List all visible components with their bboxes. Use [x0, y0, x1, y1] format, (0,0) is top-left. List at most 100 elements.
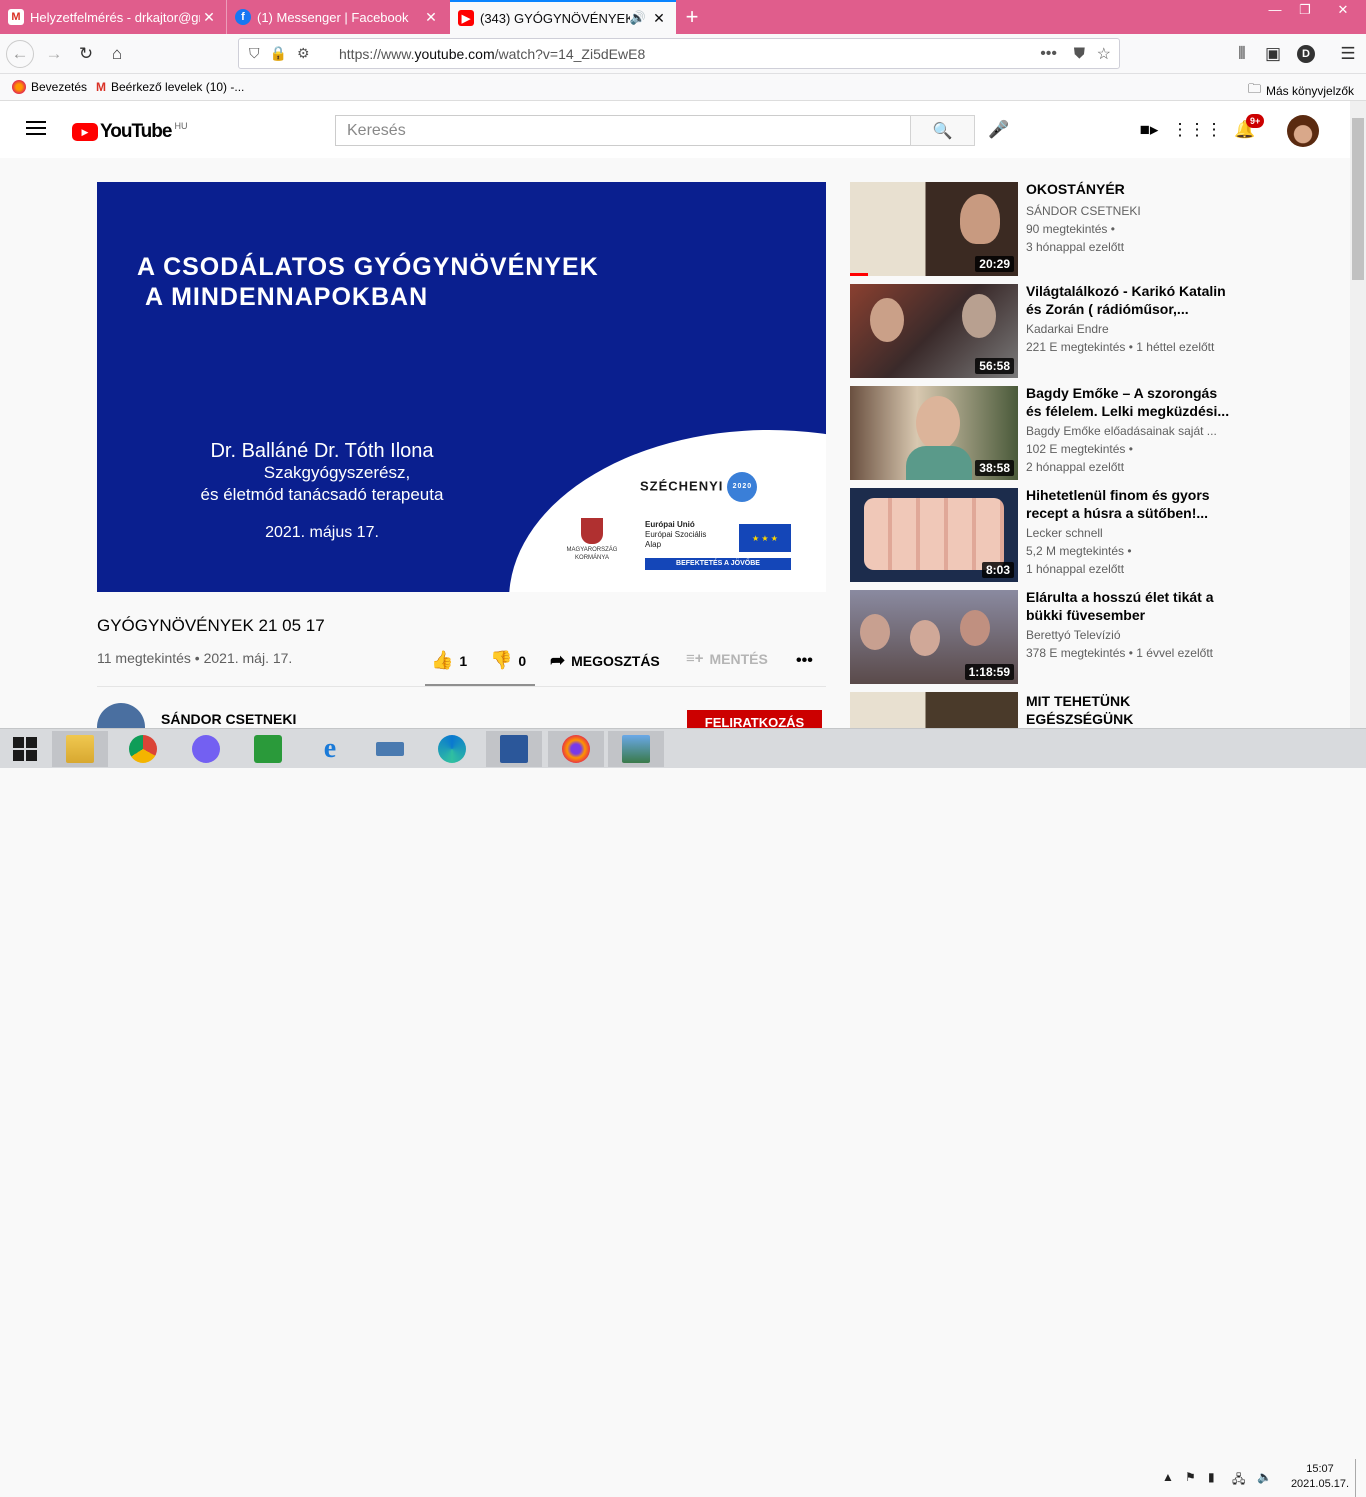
speaker-icon[interactable]: 🔊: [630, 10, 646, 26]
bookmark-bevezetes[interactable]: Bevezetés: [12, 80, 87, 94]
recommended-video[interactable]: 8:03 Hihetetlenül finom és gyors recept …: [850, 486, 1340, 582]
close-icon[interactable]: ✕: [200, 9, 218, 26]
library-icon[interactable]: ⫴: [1228, 40, 1256, 68]
video-thumbnail[interactable]: 38:58: [850, 386, 1018, 480]
more-actions-icon[interactable]: •••: [796, 652, 813, 670]
dislike-button[interactable]: 👎 0: [490, 650, 526, 671]
battery-icon[interactable]: ▮: [1208, 1470, 1215, 1484]
window-close-icon[interactable]: ✕: [1320, 0, 1366, 20]
recommended-video[interactable]: 56:58 Világtalálkozó - Karikó Katalin és…: [850, 282, 1340, 378]
chrome-icon[interactable]: [115, 731, 171, 767]
lock-icon[interactable]: 🔒: [270, 45, 287, 62]
ie-letter: e: [323, 733, 337, 764]
create-video-icon[interactable]: ■▸: [1137, 118, 1161, 142]
flag-icon[interactable]: ⚑: [1185, 1470, 1196, 1484]
url-text[interactable]: https://www.youtube.com/watch?v=14_Zi5dE…: [339, 46, 645, 62]
store-icon[interactable]: [240, 731, 296, 767]
show-desktop-button[interactable]: [1355, 1459, 1366, 1497]
folder-shape: [66, 735, 94, 763]
tab-title: Helyzetfelmérés - drkajtor@gm: [30, 9, 200, 25]
close-icon[interactable]: ✕: [650, 10, 668, 27]
clock-time: 15:07: [1306, 1463, 1334, 1475]
video-title[interactable]: Világtalálkozó - Karikó Katalin és Zorán…: [1026, 282, 1231, 318]
shield-icon[interactable]: ⛉: [249, 45, 260, 62]
sidebar-icon[interactable]: ▣: [1259, 40, 1287, 68]
file-explorer-icon[interactable]: [52, 731, 108, 767]
microphone-icon[interactable]: 🎤: [987, 118, 1011, 142]
reload-button[interactable]: ↻: [72, 40, 100, 68]
recommended-video[interactable]: 38:58 Bagdy Emőke – A szorongás és félel…: [850, 384, 1340, 480]
home-button[interactable]: ⌂: [103, 40, 131, 68]
permissions-icon[interactable]: ⚙: [297, 45, 310, 62]
restore-icon[interactable]: ❐: [1290, 0, 1320, 20]
pocket-icon[interactable]: ⛊: [1074, 45, 1085, 62]
video-duration: 56:58: [975, 358, 1014, 374]
recommended-video[interactable]: MIT TEHETÜNK EGÉSZSÉGÜNK MEGŐRZÉSE...: [850, 692, 1340, 728]
like-button[interactable]: 👍 1: [431, 650, 467, 671]
address-bar[interactable]: ⛉ 🔒 ⚙ https://www.youtube.com/watch?v=14…: [238, 38, 1120, 69]
video-title[interactable]: MIT TEHETÜNK EGÉSZSÉGÜNK MEGŐRZÉSE...: [1026, 692, 1231, 728]
video-title[interactable]: Bagdy Emőke – A szorongás és félelem. Le…: [1026, 384, 1231, 420]
channel-name[interactable]: SÁNDOR CSETNEKI: [1026, 204, 1236, 218]
site-info-icons[interactable]: ⛉ 🔒 ⚙: [239, 45, 339, 62]
page-actions-icon[interactable]: •••: [1040, 45, 1057, 63]
word-icon[interactable]: [486, 731, 542, 767]
video-player[interactable]: A CSODÁLATOS GYÓGYNÖVÉNYEK A MINDENNAPOK…: [97, 182, 826, 592]
scrollbar-thumb[interactable]: [1352, 118, 1364, 280]
volume-icon[interactable]: 🔈: [1257, 1470, 1272, 1484]
video-thumbnail[interactable]: 20:29: [850, 182, 1018, 276]
video-title[interactable]: OKOSTÁNYÉR: [1026, 180, 1231, 198]
video-thumbnail[interactable]: [850, 692, 1018, 728]
channel-name[interactable]: Lecker schnell: [1026, 526, 1236, 540]
photos-icon[interactable]: [608, 731, 664, 767]
video-thumbnail[interactable]: 56:58: [850, 284, 1018, 378]
search-button[interactable]: 🔍: [910, 115, 975, 146]
video-thumbnail[interactable]: 8:03: [850, 488, 1018, 582]
search-input[interactable]: Keresés: [335, 115, 911, 146]
account-avatar[interactable]: [1287, 115, 1319, 147]
youtube-play-icon: ▶: [72, 123, 98, 141]
apps-grid-icon[interactable]: ⋮⋮⋮: [1172, 118, 1223, 142]
video-thumbnail[interactable]: 1:18:59: [850, 590, 1018, 684]
recommended-video[interactable]: 1:18:59 Elárulta a hosszú élet tikát a b…: [850, 588, 1340, 684]
forward-button[interactable]: →: [40, 40, 68, 68]
internet-explorer-icon[interactable]: e: [302, 731, 358, 767]
youtube-logo[interactable]: ▶ YouTube HU: [72, 121, 187, 143]
bookmark-star-icon[interactable]: ☆: [1097, 44, 1111, 64]
scanner-icon[interactable]: [362, 731, 418, 767]
app-menu-icon[interactable]: ☰: [1334, 40, 1362, 68]
account-button[interactable]: D: [1292, 40, 1320, 68]
channel-name[interactable]: SÁNDOR CSETNEKI: [161, 711, 296, 727]
channel-name[interactable]: Bagdy Emőke előadásainak saját ...: [1026, 424, 1236, 438]
new-tab-button[interactable]: +: [678, 0, 706, 34]
other-bookmarks[interactable]: 🗀 Más könyvjelzők: [1248, 80, 1354, 102]
back-button[interactable]: ←: [6, 40, 34, 68]
recommended-video[interactable]: 20:29 OKOSTÁNYÉR SÁNDOR CSETNEKI 90 megt…: [850, 180, 1340, 276]
tab-youtube[interactable]: ▶ (343) GYÓGYNÖVÉNYEK 21 🔊 ✕: [450, 0, 676, 34]
save-button[interactable]: ≡+ MENTÉS: [686, 650, 768, 667]
guide-menu-icon[interactable]: [26, 121, 46, 135]
word-shape: [500, 735, 528, 763]
channel-name[interactable]: Kadarkai Endre: [1026, 322, 1236, 336]
windows-start-icon[interactable]: [0, 731, 50, 767]
subscribe-button[interactable]: FELIRATKOZÁS: [687, 710, 822, 730]
thumbnail-figure: [910, 620, 940, 656]
video-title[interactable]: Elárulta a hosszú élet tikát a bükki füv…: [1026, 588, 1231, 624]
share-button[interactable]: ➦ MEGOSZTÁS: [550, 650, 660, 671]
firefox-icon[interactable]: [548, 731, 604, 767]
close-icon[interactable]: ✕: [422, 9, 440, 26]
system-clock[interactable]: 15:07 2021.05.17.: [1285, 1462, 1355, 1492]
watch-progress-bar: [850, 273, 868, 276]
show-hidden-icons[interactable]: ▲: [1162, 1470, 1174, 1484]
view-count: 5,2 M megtekintés: [1026, 544, 1125, 558]
viber-icon[interactable]: [178, 731, 234, 767]
network-icon[interactable]: 🖧: [1232, 1470, 1245, 1491]
eu-text-block: Európai Unió Európai Szociális Alap: [645, 520, 745, 550]
channel-name[interactable]: Berettyó Televízió: [1026, 628, 1236, 642]
tab-gmail[interactable]: M Helyzetfelmérés - drkajtor@gm ✕: [0, 0, 226, 34]
bookmark-gmail[interactable]: M Beérkező levelek (10) -...: [96, 80, 244, 94]
tab-messenger[interactable]: f (1) Messenger | Facebook ✕: [226, 0, 448, 34]
edge-icon[interactable]: [424, 731, 480, 767]
video-title[interactable]: Hihetetlenül finom és gyors recept a hús…: [1026, 486, 1231, 522]
minimize-icon[interactable]: —: [1260, 0, 1290, 20]
